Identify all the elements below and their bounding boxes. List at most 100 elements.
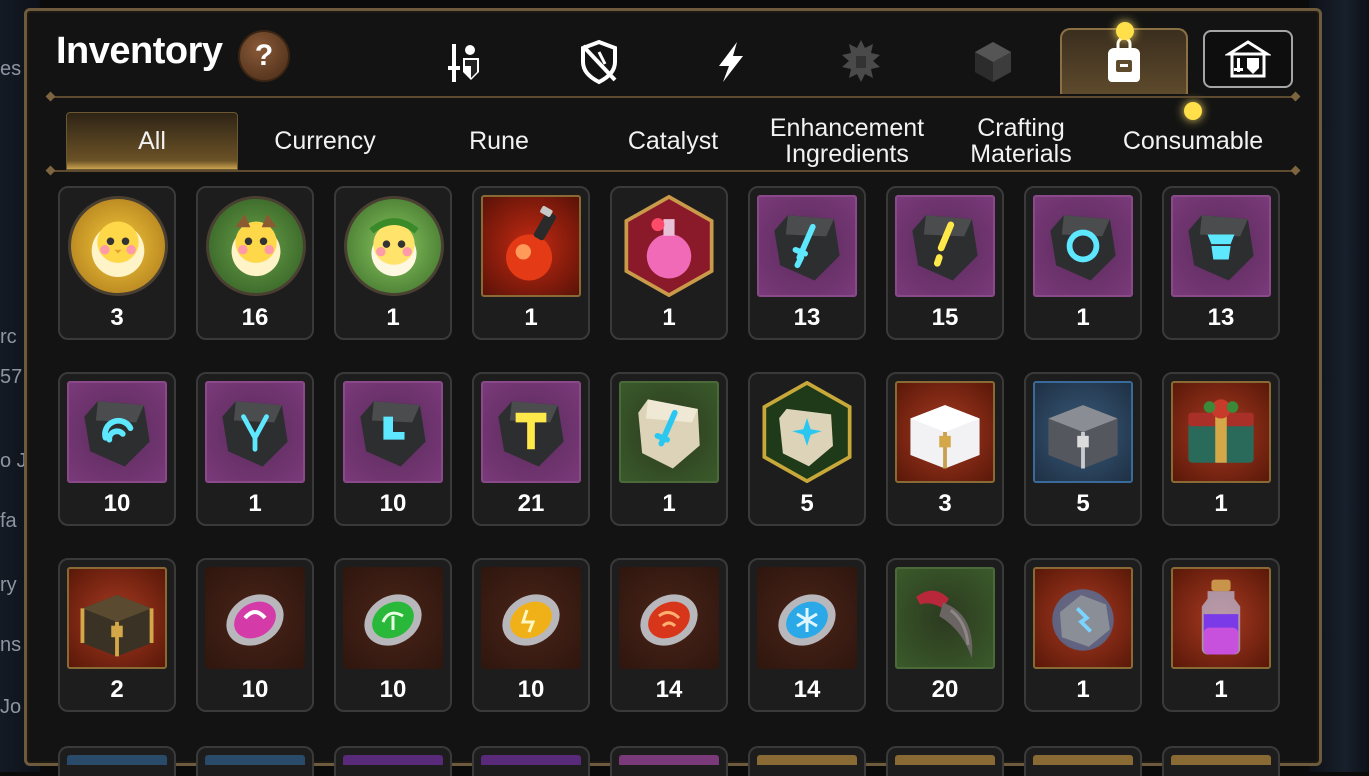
tab-crafting-materials[interactable]: Crafting Materials [946, 112, 1096, 170]
item-count: 5 [1076, 490, 1090, 517]
tab-label: Crafting Materials [970, 114, 1072, 168]
green-gem-icon [343, 567, 443, 669]
item-slot[interactable]: 21 [472, 372, 590, 526]
item-slot[interactable]: 13 [748, 186, 866, 340]
item-count: 1 [1214, 490, 1228, 517]
tab-broken-shield[interactable] [566, 32, 632, 92]
backpack-icon [1108, 38, 1140, 82]
item-slot[interactable]: 10 [472, 558, 590, 712]
item-slot[interactable]: 14 [610, 558, 728, 712]
item-slot[interactable]: 20 [886, 558, 1004, 712]
item-count: 14 [793, 676, 821, 703]
item-count: 10 [517, 676, 545, 703]
spiky-emblem-icon [842, 40, 880, 82]
sword-rune-stone-icon [757, 195, 857, 297]
tab-label: Rune [469, 127, 529, 155]
item-count: 10 [103, 490, 131, 517]
laurel-mascot-token-icon [344, 196, 444, 296]
tab-rune[interactable]: Rune [424, 112, 574, 170]
tab-cube[interactable] [960, 32, 1026, 92]
red-potion-flask-icon [481, 195, 581, 297]
shop-button[interactable] [1203, 30, 1293, 88]
blue-gem-icon [757, 567, 857, 669]
item-count: 1 [1214, 676, 1228, 703]
purple-gem-icon [205, 567, 305, 669]
gold-mascot-token-icon [68, 196, 168, 296]
star-catalyst-stone-icon [757, 381, 857, 483]
item-count: 1 [662, 490, 676, 517]
tab-lightning[interactable] [698, 32, 764, 92]
item-slot[interactable]: 14 [748, 558, 866, 712]
item-count: 1 [524, 304, 538, 331]
tab-consumable[interactable]: Consumable [1112, 112, 1274, 170]
tab-knight-equipment[interactable] [434, 32, 500, 92]
necklace-rune-stone-icon [205, 381, 305, 483]
item-slot[interactable]: 1 [1162, 372, 1280, 526]
item-slot[interactable]: 5 [1024, 372, 1142, 526]
item-slot[interactable]: 3 [58, 186, 176, 340]
ring-rune-stone-icon [1033, 195, 1133, 297]
item-count: 13 [793, 304, 821, 331]
gift-chest-icon [1171, 381, 1271, 483]
sword-catalyst-stone-icon [619, 381, 719, 483]
help-button[interactable]: ? [238, 30, 290, 82]
item-count: 1 [1076, 676, 1090, 703]
tab-label: All [138, 127, 166, 155]
item-count: 2 [110, 676, 124, 703]
item-count: 1 [1076, 304, 1090, 331]
item-count: 10 [241, 676, 269, 703]
item-slot[interactable]: 3 [886, 372, 1004, 526]
item-slot[interactable]: 1 [610, 186, 728, 340]
notification-dot [1116, 22, 1134, 40]
tab-catalyst[interactable]: Catalyst [598, 112, 748, 170]
tab-label: Catalyst [627, 127, 719, 155]
tab-currency[interactable]: Currency [250, 112, 400, 170]
beast-claw-icon [895, 567, 995, 669]
tab-enhancement-ingredients[interactable]: Enhancement Ingredients [760, 112, 934, 170]
item-slot[interactable]: 1 [1162, 558, 1280, 712]
tab-label: Enhancement Ingredients [769, 114, 925, 168]
green-mascot-token-icon [206, 196, 306, 296]
armor-rune-stone-icon [1171, 195, 1271, 297]
divider-line [50, 96, 1296, 98]
red-gem-icon [619, 567, 719, 669]
item-slot[interactable]: 1 [472, 186, 590, 340]
item-slot[interactable]: 1 [1024, 558, 1142, 712]
item-count: 15 [931, 304, 959, 331]
item-slot[interactable]: 10 [196, 558, 314, 712]
silver-chest-icon [1033, 381, 1133, 483]
knight-shield-icon [448, 44, 479, 82]
item-slot[interactable]: 1 [610, 372, 728, 526]
item-slot[interactable]: 1 [334, 186, 452, 340]
item-slot[interactable]: 16 [196, 186, 314, 340]
item-slot[interactable]: 10 [58, 372, 176, 526]
item-count: 10 [379, 676, 407, 703]
purple-elixir-bottle-icon [1171, 567, 1271, 669]
item-count: 1 [248, 490, 262, 517]
item-slot[interactable]: 2 [58, 558, 176, 712]
item-slot[interactable]: 1 [196, 372, 314, 526]
item-count: 3 [938, 490, 952, 517]
item-count: 5 [800, 490, 814, 517]
item-slot[interactable]: 5 [748, 372, 866, 526]
item-slot[interactable]: 10 [334, 372, 452, 526]
item-count: 3 [110, 304, 124, 331]
bolt-rune-stone-icon [895, 195, 995, 297]
item-count: 1 [662, 304, 676, 331]
item-count: 21 [517, 490, 545, 517]
item-slot[interactable]: 10 [334, 558, 452, 712]
item-slot[interactable]: 15 [886, 186, 1004, 340]
tab-emblem[interactable] [828, 32, 894, 92]
item-slot[interactable]: 13 [1162, 186, 1280, 340]
tab-label: Currency [274, 127, 376, 155]
item-count: 1 [386, 304, 400, 331]
item-count: 10 [379, 490, 407, 517]
lightning-icon [719, 42, 743, 82]
helm-rune-stone-icon [67, 381, 167, 483]
shop-icon [1225, 40, 1271, 78]
page-title: Inventory [56, 30, 223, 72]
tab-all[interactable]: All [66, 112, 238, 170]
item-count: 16 [241, 304, 269, 331]
item-count: 20 [931, 676, 959, 703]
item-slot[interactable]: 1 [1024, 186, 1142, 340]
